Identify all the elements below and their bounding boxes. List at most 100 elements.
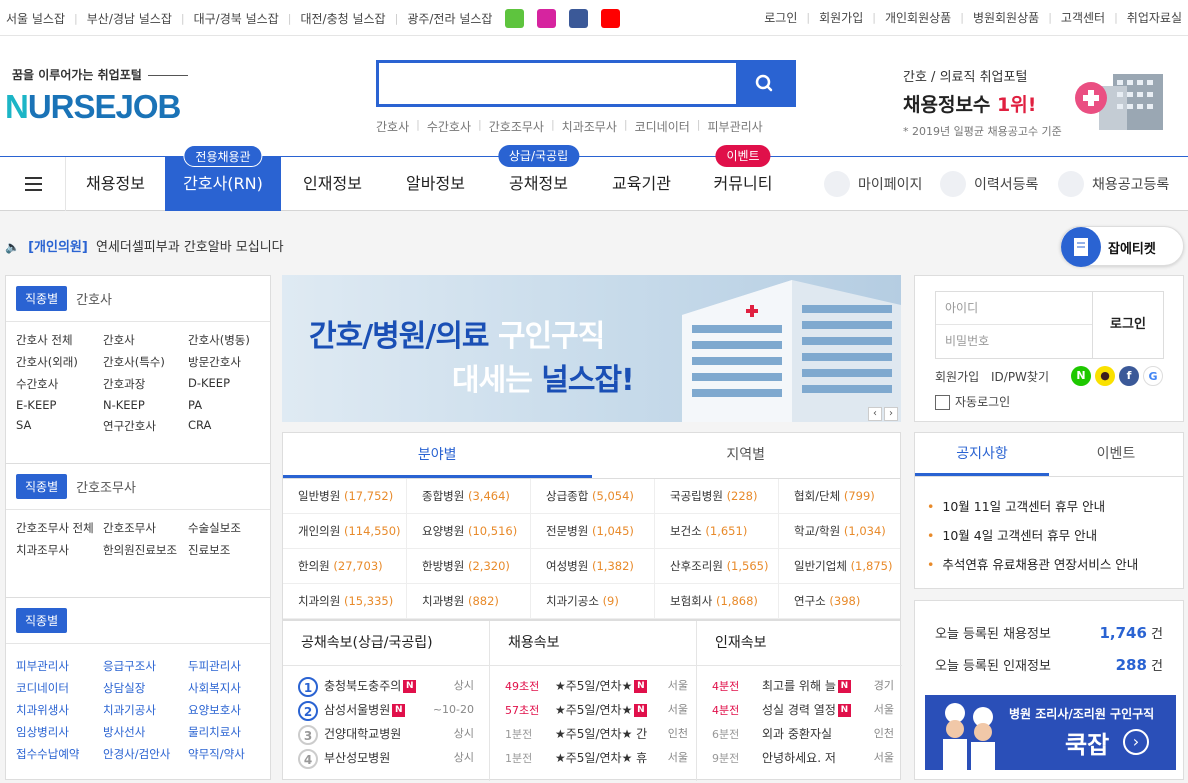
field-item[interactable]: 한의원 (27,703) [283, 549, 407, 584]
region-link[interactable]: 대구/경북 널스잡 [194, 10, 279, 27]
job-category-item[interactable]: N-KEEP [103, 398, 188, 412]
job-category-item[interactable]: 간호사(병동) [188, 332, 268, 348]
job-category-item[interactable]: 연구간호사 [103, 418, 188, 434]
find-id-pw-link[interactable]: ID/PW찾기 [991, 370, 1049, 384]
job-news-row[interactable]: 1분전 ★주5일/연차★ 간 인천 [505, 722, 696, 746]
all-menu-button[interactable] [0, 157, 66, 211]
job-category-item[interactable]: 물리치료사 [188, 724, 268, 740]
notice-item[interactable]: 10월 4일 고객센터 휴무 안내 [927, 525, 1183, 544]
quick-link[interactable]: 간호사 [376, 118, 409, 135]
job-category-item[interactable]: 치과조무사 [16, 542, 103, 558]
job-category-item[interactable]: SA [16, 418, 103, 434]
tab-notice[interactable]: 공지사항 [915, 433, 1049, 476]
field-item[interactable]: 보건소 (1,651) [655, 514, 779, 549]
kakao-login-icon[interactable]: ● [1095, 366, 1115, 386]
field-item[interactable]: 일반병원 (17,752) [283, 479, 407, 514]
nav-community[interactable]: 이벤트 커뮤니티 [693, 145, 793, 211]
job-news-row[interactable]: 1분전 ★주5일/연차★ 휴 서울 [505, 746, 696, 770]
nav-job-info[interactable]: 채용정보 [66, 157, 165, 211]
job-category-item[interactable]: 방문간호사 [188, 354, 268, 370]
job-category-item[interactable]: 방사선사 [103, 724, 188, 740]
main-banner[interactable]: 간호/병원/의료 구인구직 대세는 널스잡! ‹ › [282, 275, 901, 422]
job-category-item[interactable]: 간호조무사 전체 [16, 520, 103, 536]
job-category-item[interactable]: 진료보조 [188, 542, 268, 558]
instagram-icon[interactable] [537, 9, 557, 28]
nav-talent-info[interactable]: 인재정보 [281, 157, 384, 211]
auto-login[interactable]: 자동로그인 [935, 393, 1010, 410]
field-item[interactable]: 연구소 (398) [779, 584, 900, 619]
notice-ticker[interactable]: 🔈 [개인의원] 연세더셀피부과 간호알바 모십니다 [5, 236, 284, 255]
youtube-icon[interactable] [601, 9, 621, 28]
field-item[interactable]: 산후조리원 (1,565) [655, 549, 779, 584]
account-link[interactable]: 회원가입 [819, 9, 863, 26]
job-category-item[interactable]: D-KEEP [188, 376, 268, 392]
quick-link[interactable]: 치과조무사 [562, 118, 617, 135]
public-news-row[interactable]: 3 건양대학교병원 상시 [298, 722, 489, 746]
site-logo[interactable]: NURSEJOB [5, 88, 181, 126]
public-news-row[interactable]: 4 부산성모병원 상시 [298, 746, 489, 770]
region-link[interactable]: 부산/경남 널스잡 [87, 10, 172, 27]
job-category-item[interactable]: 약무직/약사 [188, 746, 268, 762]
account-link[interactable]: 병원회원상품 [973, 9, 1039, 26]
password-field[interactable]: 비밀번호 [936, 325, 1092, 358]
nav-nurse-rn[interactable]: 전용채용관 간호사(RN) [165, 145, 281, 211]
quick-link[interactable]: 피부관리사 [708, 118, 763, 135]
job-category-item[interactable]: 응급구조사 [103, 658, 188, 674]
region-link[interactable]: 광주/전라 널스잡 [407, 10, 492, 27]
job-category-item[interactable]: 사회복지사 [188, 680, 268, 696]
job-news-row[interactable]: 57초전 ★주5일/연차★ N 서울 [505, 698, 696, 722]
facebook-icon[interactable] [569, 9, 589, 28]
field-item[interactable]: 치과의원 (15,335) [283, 584, 407, 619]
account-link[interactable]: 취업자료실 [1127, 9, 1182, 26]
notice-item[interactable]: 10월 11일 고객센터 휴무 안내 [927, 496, 1183, 515]
job-category-item[interactable]: 코디네이터 [16, 680, 103, 696]
job-post-register-link[interactable]: 채용공고등록 [1058, 157, 1169, 211]
job-category-item[interactable]: 임상병리사 [16, 724, 103, 740]
field-item[interactable]: 국공립병원 (228) [655, 479, 779, 514]
job-category-item[interactable]: 상담실장 [103, 680, 188, 696]
job-category-item[interactable]: 한의원진료보조 [103, 542, 188, 558]
nav-public-info[interactable]: 상급/국공립 공채정보 [487, 145, 590, 211]
talent-news-row[interactable]: 6분전 외과 중환자실 인천 [712, 722, 902, 746]
job-category-item[interactable]: 간호사 [103, 332, 188, 348]
nav-parttime-info[interactable]: 알바정보 [384, 157, 487, 211]
field-item[interactable]: 상급종합 (5,054) [531, 479, 655, 514]
talent-news-row[interactable]: 4분전 성실 경력 열정 N 서울 [712, 698, 902, 722]
job-category-item[interactable]: 간호사 전체 [16, 332, 103, 348]
job-category-item[interactable]: 안경사/검안사 [103, 746, 188, 762]
tab-region[interactable]: 지역별 [592, 433, 901, 478]
job-news-row[interactable]: 49초전 ★주5일/연차★ N 서울 [505, 674, 696, 698]
field-item[interactable]: 한방병원 (2,320) [407, 549, 531, 584]
tab-event[interactable]: 이벤트 [1049, 433, 1183, 476]
job-category-item[interactable]: E-KEEP [16, 398, 103, 412]
field-item[interactable]: 학교/학원 (1,034) [779, 514, 900, 549]
field-item[interactable]: 보험회사 (1,868) [655, 584, 779, 619]
job-category-item[interactable]: 두피관리사 [188, 658, 268, 674]
field-item[interactable]: 개인의원 (114,550) [283, 514, 407, 549]
banner-prev-button[interactable]: ‹ [868, 407, 882, 421]
region-link[interactable]: 서울 널스잡 [6, 10, 65, 27]
field-item[interactable]: 종합병원 (3,464) [407, 479, 531, 514]
join-link[interactable]: 회원가입 [935, 370, 979, 384]
banner-next-button[interactable]: › [884, 407, 898, 421]
public-news-row[interactable]: 1 충청북도충주의 N 상시 [298, 674, 489, 698]
talent-news-row[interactable]: 4분전 최고를 위해 늘 N 경기 [712, 674, 902, 698]
field-item[interactable]: 일반기업체 (1,875) [779, 549, 900, 584]
account-link[interactable]: 고객센터 [1061, 9, 1105, 26]
job-category-item[interactable]: PA [188, 398, 268, 412]
field-item[interactable]: 전문병원 (1,045) [531, 514, 655, 549]
job-etiquette-button[interactable]: 잡에티켓 [1060, 226, 1184, 267]
job-category-item[interactable]: 요양보호사 [188, 702, 268, 718]
job-category-item[interactable]: 치과기공사 [103, 702, 188, 718]
region-link[interactable]: 대전/충청 널스잡 [300, 10, 385, 27]
search-button[interactable] [736, 63, 793, 104]
account-link[interactable]: 로그인 [764, 9, 797, 26]
blog-icon[interactable] [505, 9, 525, 28]
talent-news-row[interactable]: 9분전 안녕하세요. 저 서울 [712, 746, 902, 770]
quick-link[interactable]: 수간호사 [427, 118, 471, 135]
google-login-icon[interactable]: G [1143, 366, 1163, 386]
job-category-item[interactable]: 수간호사 [16, 376, 103, 392]
quick-link[interactable]: 간호조무사 [489, 118, 544, 135]
facebook-login-icon[interactable]: f [1119, 366, 1139, 386]
job-category-item[interactable]: 치과위생사 [16, 702, 103, 718]
